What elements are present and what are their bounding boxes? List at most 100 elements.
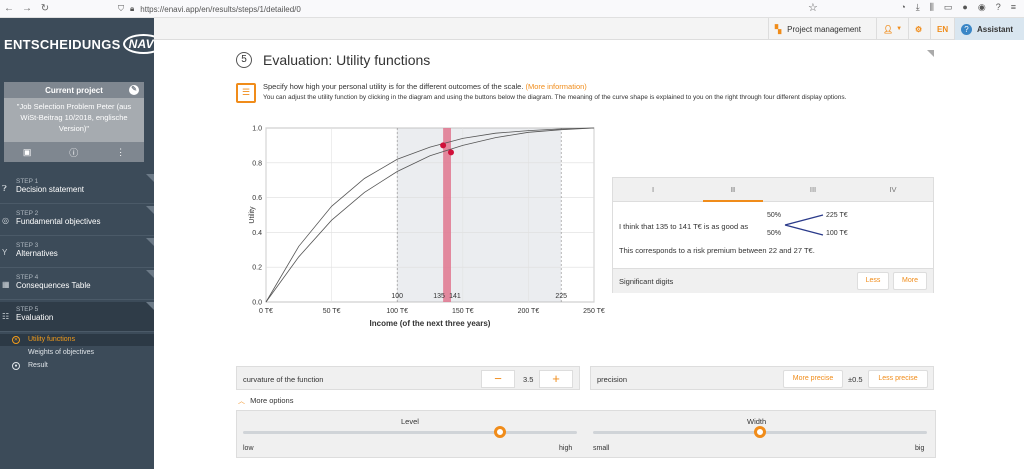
lottery-prob-1: 50%	[767, 212, 782, 219]
help-icon[interactable]: ?	[996, 2, 1001, 13]
step-number: STEP 2	[16, 210, 39, 217]
address-bar[interactable]: ⛉ 🔒︎ https://enavi.app/en/results/steps/…	[118, 2, 818, 16]
y-tick-label: 0.8	[252, 160, 262, 167]
less-precise-button[interactable]: Less precise	[868, 370, 928, 388]
question-icon: ❓︎	[2, 184, 7, 193]
app-logo[interactable]: ENTSCHEIDUNGS NAVI	[4, 34, 164, 54]
logo-text: ENTSCHEIDUNGS	[4, 36, 121, 52]
subitem-utility-functions[interactable]: ✕ Utility functions	[0, 334, 154, 346]
tab-iv[interactable]: IV	[853, 178, 933, 201]
project-header: Current project ✎	[4, 82, 144, 98]
width-small-label: small	[593, 445, 610, 452]
significant-digits-row: Significant digits Less More	[613, 268, 933, 293]
less-digits-button[interactable]: Less	[857, 272, 889, 290]
uncertainty-band	[397, 128, 562, 302]
menu-icon[interactable]: ≡	[1011, 2, 1016, 13]
tab-ii[interactable]: II	[693, 178, 773, 202]
project-management-button[interactable]: ▚ Project management	[768, 18, 876, 40]
y-tick-label: 0.2	[252, 265, 262, 272]
options-sliders: Level low high Width small big	[236, 410, 936, 458]
y-tick-label: 0.0	[252, 300, 262, 307]
precision-control: precision More precise ±0.5 Less precise	[590, 366, 934, 390]
significant-digits-label: Significant digits	[619, 277, 674, 286]
increase-curvature-button[interactable]: +	[539, 370, 573, 388]
more-vertical-icon[interactable]: ⋮	[116, 147, 125, 158]
info-icon[interactable]: ⓘ	[69, 146, 78, 159]
lock-icon: 🔒︎	[130, 4, 135, 13]
settings-button[interactable]: ⚙	[908, 18, 930, 40]
lottery-outcome-1: 225 T€	[826, 212, 848, 219]
x-tick-label: 100 T€	[386, 308, 408, 315]
y-tick-label: 0.4	[252, 230, 262, 237]
extension-icon[interactable]: ◉	[978, 2, 986, 13]
sidebar-step-3[interactable]: Y STEP 3 Alternatives	[0, 238, 154, 268]
utility-functions-icon: ✕	[12, 336, 20, 344]
utility-point-1	[440, 142, 447, 149]
x-tick-label: 50 T€	[323, 308, 341, 315]
precision-value: ±0.5	[848, 375, 863, 384]
account-icon[interactable]: ●	[962, 2, 967, 13]
instruction-line-2: You can adjust the utility function by c…	[263, 94, 847, 101]
step-label: Alternatives	[16, 249, 58, 258]
more-options-toggle[interactable]: ︿ More options	[238, 396, 293, 406]
y-tick-label: 0.6	[252, 195, 262, 202]
save-icon[interactable]: ▣	[23, 147, 32, 158]
user-icon: 👤︎	[883, 24, 894, 34]
curvature-control: curvature of the function − 3.5 +	[236, 366, 580, 390]
sidebar-step-1[interactable]: ❓︎ STEP 1 Decision statement	[0, 174, 154, 204]
fork-icon: Y	[2, 248, 8, 257]
bookmark-star-icon[interactable]: ☆	[808, 1, 818, 14]
language-button[interactable]: EN	[930, 18, 954, 40]
step-label: Decision statement	[16, 185, 85, 194]
subitem-result[interactable]: ● Result	[0, 360, 154, 372]
assistant-button[interactable]: ? Assistant	[954, 18, 1024, 40]
decrease-curvature-button[interactable]: −	[481, 370, 515, 388]
page-title: Evaluation: Utility functions	[263, 52, 431, 68]
tab-iii[interactable]: III	[773, 178, 853, 201]
width-slider-handle[interactable]	[754, 426, 766, 438]
tab-i[interactable]: I	[613, 178, 693, 201]
user-menu-button[interactable]: 👤︎ ▼	[876, 18, 908, 40]
range-label: 100	[391, 293, 403, 300]
x-tick-label: 250 T€	[583, 308, 605, 315]
level-label: Level	[401, 417, 419, 426]
back-icon[interactable]: ←	[0, 3, 18, 14]
step-number: STEP 5	[16, 306, 39, 313]
reload-icon[interactable]: ↻	[36, 3, 54, 14]
table-icon: ▦	[2, 280, 10, 289]
more-precise-button[interactable]: More precise	[783, 370, 843, 388]
forward-icon[interactable]: →	[18, 3, 36, 14]
y-tick-label: 1.0	[252, 126, 262, 133]
step-number: STEP 3	[16, 242, 39, 249]
sidebar-step-5[interactable]: ☷ STEP 5 Evaluation	[0, 302, 154, 332]
more-information-link[interactable]: (More information)	[526, 82, 587, 91]
risk-premium-text: This corresponds to a risk premium betwe…	[619, 246, 815, 255]
more-digits-button[interactable]: More	[893, 272, 927, 290]
help-corner-icon[interactable]	[927, 50, 934, 57]
precision-label: precision	[597, 375, 628, 384]
step-corner	[146, 174, 154, 182]
step-number-badge: 5	[236, 52, 252, 68]
library-icon[interactable]: ⫼	[930, 2, 934, 13]
result-icon: ●	[12, 362, 20, 370]
chevron-down-icon: ▼	[896, 26, 903, 32]
sidebar-step-2[interactable]: ◎ STEP 2 Fundamental objectives	[0, 206, 154, 236]
subitem-weights-of-objectives[interactable]: Weights of objectives	[0, 347, 154, 359]
lottery-branch-icon	[784, 214, 824, 236]
edit-project-icon[interactable]: ✎	[129, 85, 139, 95]
level-slider-track[interactable]	[243, 431, 577, 434]
topbar: ▚ Project management 👤︎ ▼ ⚙ EN ? Assista…	[154, 18, 1024, 40]
lottery-outcome-2: 100 T€	[826, 230, 848, 237]
list-icon: ☰	[236, 83, 256, 103]
x-tick-label: 200 T€	[518, 308, 540, 315]
step-corner	[146, 302, 154, 310]
pocket-icon[interactable]: ◔	[900, 2, 905, 13]
level-slider-handle[interactable]	[494, 426, 507, 438]
download-icon[interactable]: ⤓	[916, 2, 920, 13]
target-icon: ◎	[2, 216, 9, 225]
y-axis-label: Utility	[249, 206, 256, 224]
sidebar-icon[interactable]: ▭	[944, 2, 953, 13]
utility-chart[interactable]: 0.0 0.2 0.4 0.6 0.8 1.0 0 T€ 50 T€ 100 T€ 150 T€ 2…	[246, 124, 616, 338]
sidebar-step-4[interactable]: ▦ STEP 4 Consequences Table	[0, 270, 154, 300]
browser-toolbar: ← → ↻ ⛉ 🔒︎ https://enavi.app/en/results/…	[0, 0, 1024, 18]
